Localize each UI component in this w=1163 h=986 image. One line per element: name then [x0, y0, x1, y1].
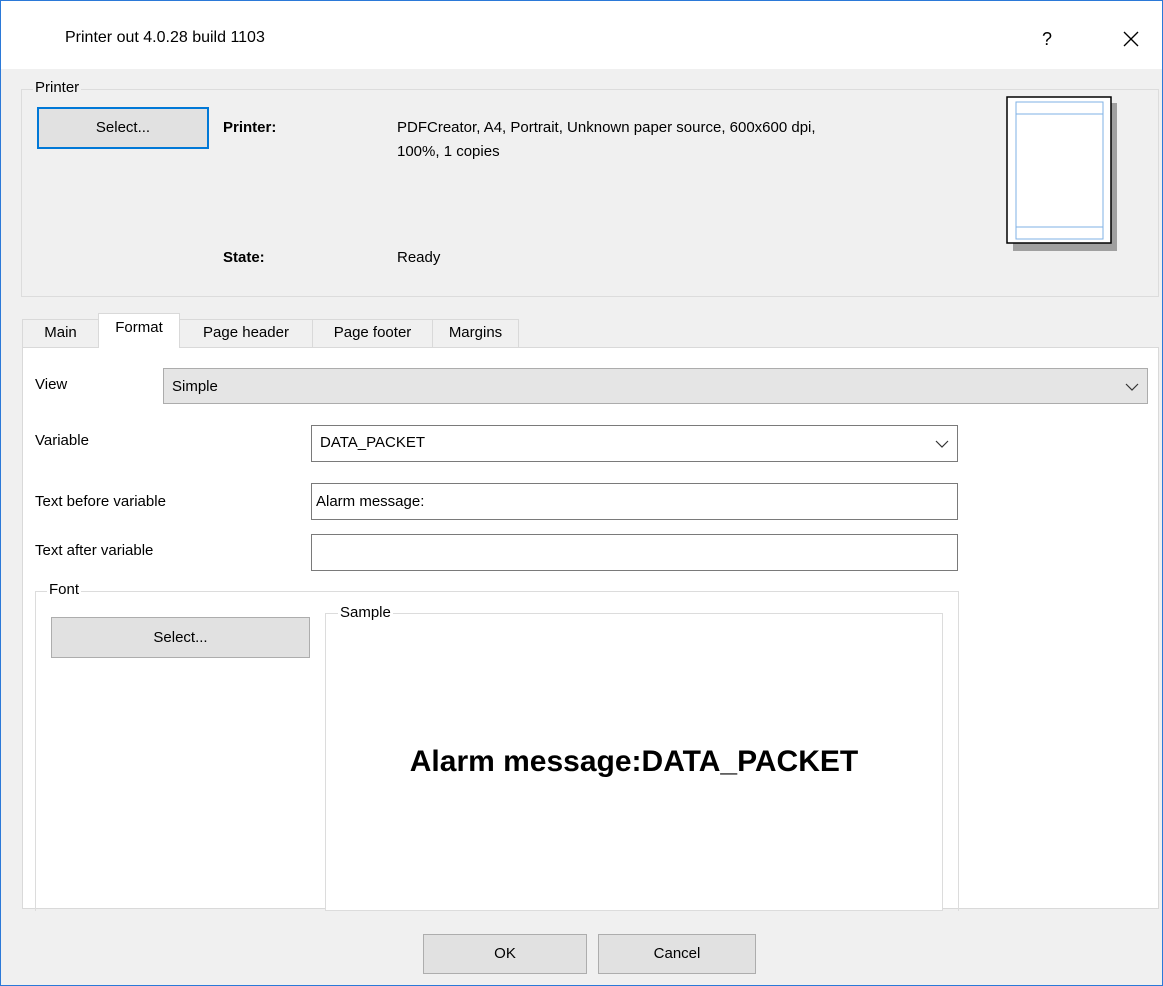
- printer-value-line2: 100%, 1 copies: [397, 143, 500, 160]
- tab-format-label: Format: [115, 319, 163, 336]
- view-dropdown-value: Simple: [172, 378, 218, 395]
- sample-group-legend: Sample: [338, 604, 393, 621]
- text-before-label: Text before variable: [35, 493, 166, 510]
- ok-button[interactable]: OK: [423, 934, 587, 974]
- text-after-label: Text after variable: [35, 542, 154, 559]
- font-group-legend: Font: [47, 581, 82, 598]
- printer-group-legend: Printer: [33, 79, 82, 96]
- chevron-down-icon: [1125, 383, 1139, 391]
- font-select-label: Select...: [153, 629, 208, 646]
- text-before-input[interactable]: Alarm message:: [311, 483, 958, 520]
- tab-main-label: Main: [44, 324, 77, 341]
- text-after-input[interactable]: [311, 534, 958, 571]
- tab-page-header-label: Page header: [203, 324, 289, 341]
- tab-margins[interactable]: Margins: [432, 319, 519, 347]
- text-before-value: Alarm message:: [316, 493, 425, 510]
- font-select-button[interactable]: Select...: [51, 617, 310, 658]
- printer-select-label: Select...: [95, 119, 151, 136]
- view-dropdown[interactable]: Simple: [163, 368, 1148, 404]
- tab-format[interactable]: Format: [98, 313, 180, 348]
- tab-main[interactable]: Main: [22, 319, 99, 347]
- state-label: State:: [223, 249, 265, 266]
- chevron-down-icon: [935, 440, 949, 448]
- cancel-button-label: Cancel: [653, 945, 701, 962]
- ok-button-label: OK: [494, 945, 516, 962]
- tab-page-header[interactable]: Page header: [179, 319, 313, 347]
- close-button[interactable]: [1111, 21, 1151, 57]
- printer-label: Printer:: [223, 119, 277, 136]
- variable-label: Variable: [35, 432, 89, 449]
- tab-page-footer[interactable]: Page footer: [312, 319, 433, 347]
- close-icon: [1123, 31, 1139, 47]
- printer-out-dialog: Printer out 4.0.28 build 1103 ? Printer …: [0, 0, 1163, 986]
- tab-margins-label: Margins: [448, 324, 503, 341]
- variable-dropdown-value: DATA_PACKET: [320, 434, 426, 451]
- view-label: View: [35, 376, 68, 393]
- title-bar: Printer out 4.0.28 build 1103 ?: [1, 1, 1162, 69]
- page-preview-icon: [1006, 96, 1117, 251]
- help-icon: ?: [1041, 29, 1052, 49]
- state-value: Ready: [397, 249, 441, 266]
- cancel-button[interactable]: Cancel: [598, 934, 756, 974]
- sample-text: Alarm message:DATA_PACKET: [409, 745, 859, 778]
- printer-value-line1: PDFCreator, A4, Portrait, Unknown paper …: [397, 119, 816, 136]
- tab-page-footer-label: Page footer: [333, 324, 412, 341]
- variable-dropdown[interactable]: DATA_PACKET: [311, 425, 958, 462]
- help-button[interactable]: ?: [1029, 21, 1065, 57]
- window-title: Printer out 4.0.28 build 1103: [65, 29, 265, 46]
- printer-select-button[interactable]: Select...: [37, 107, 209, 149]
